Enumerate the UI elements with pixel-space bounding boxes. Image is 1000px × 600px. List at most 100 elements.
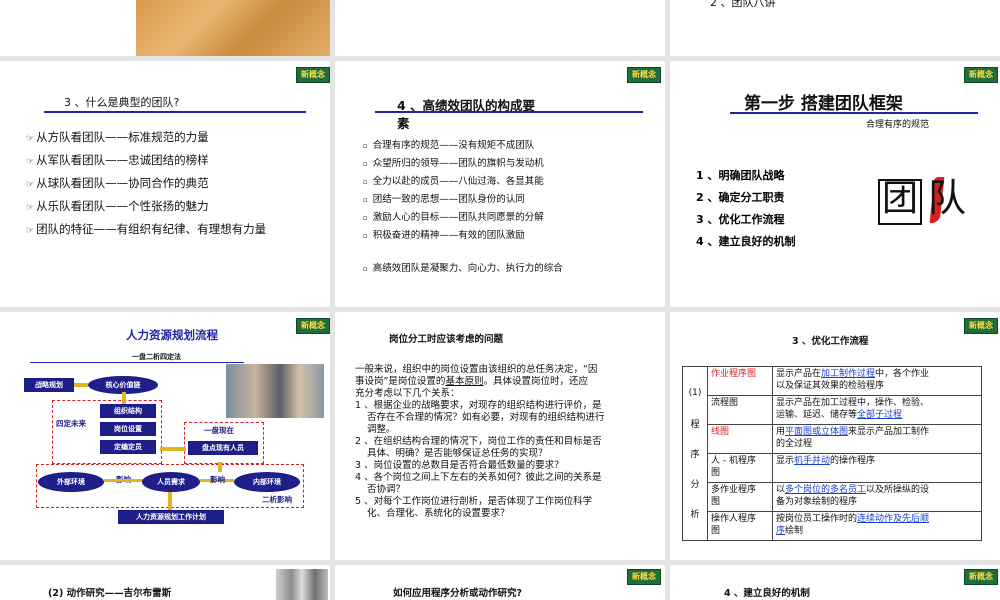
list-item-text: 合理有序的规范——没有规矩不成团队 [372, 140, 535, 151]
desc-line: 用平面图或立体图来显示产品加工制作 [776, 426, 978, 438]
slide-6-list: 1 、明确团队战略 2 、确定分工职责 3 、优化工作流程 4 、建立良好的机制 [696, 165, 795, 253]
desc-line: 显示产品在加工过程中，操作、检验、 [776, 397, 978, 409]
subtitle-underline [30, 362, 244, 363]
slide-11: 新概念 如何应用程序分析或动作研究? [335, 565, 665, 600]
desc-text: 以及保证其效果的检验程序 [776, 381, 885, 391]
slide-1 [0, 0, 330, 56]
slide-7-subtitle: 一盘二析四定法 [132, 353, 181, 361]
flow-arrow [122, 392, 126, 404]
slide-8-body: 一般来说，组织中的岗位设置由该组织的总任务决定，“因 事设岗”是岗位设置的基本原则… [355, 364, 605, 520]
list-item: ▫ 积极奋进的精神——有效的团队激励 [363, 227, 544, 245]
step-item: 3 、优化工作流程 [696, 213, 785, 226]
two-analysis-label: 二析影响 [262, 495, 292, 504]
team-char: 团 [882, 178, 919, 219]
process-name-cell: 线图 [707, 424, 773, 454]
desc-text: 的操作程序 [830, 456, 876, 466]
list-item-text: 从方队看团队——标准规范的力量 [36, 130, 209, 144]
slide-5-summary: ▫ 高绩效团队是凝聚力、向心力、执行力的综合 [363, 260, 563, 274]
desc-text: 中，各个作业 [875, 369, 930, 379]
table-row: 多作业程序图以多个岗位的多名员工以及所操纵的设 备为对象绘制的程序 [683, 482, 982, 512]
question-line: 4 、各个岗位之间上下左右的关系如何？彼此之间的关系是 [355, 472, 602, 483]
question-line: 2 、在组织结构合理的情况下，岗位工作的责任和目标是否 [355, 436, 602, 447]
slide-2 [335, 0, 665, 56]
table-row: 线图 用平面图或立体图来显示产品加工制作 的全过程 [683, 424, 982, 454]
desc-link: 序 [776, 526, 786, 536]
question-line: 调整。 [367, 424, 396, 435]
slide-9-title: 3 、优化工作流程 [792, 336, 869, 347]
slide-10-title: (2) 动作研究——吉尔布雷斯 [48, 588, 172, 599]
list-item-text: 从球队看团队——协同合作的典范 [36, 176, 209, 190]
slide-5-list: ▫ 合理有序的规范——没有规矩不成团队 ▫ 众望所归的领导——团队的旗帜与发动机 ▫ 全力… [363, 137, 544, 245]
process-name: 图 [711, 497, 721, 507]
flow-arrow [104, 479, 144, 482]
list-item: ▫ 合理有序的规范——没有规矩不成团队 [363, 137, 544, 155]
left-column-text: 析 [690, 510, 700, 520]
slide-3: 2 、团队八讲 [670, 0, 1000, 56]
gilbreth-photo [276, 569, 328, 600]
list-item-text: 积极奋进的精神——有效的团队激励 [372, 230, 525, 241]
list-item-text: 从军队看团队——忠诚团结的榜样 [36, 153, 209, 167]
slide-4-title: 3 、什么是典型的团队? [64, 96, 180, 109]
list-item: ▫ 全力以赴的成员——八仙过海、各显其能 [363, 173, 544, 191]
bullet-icon: ▫ [363, 142, 368, 150]
desc-text: 以 [776, 485, 786, 495]
process-name-cell: 人 - 机程序图 [707, 453, 773, 483]
bullet-icon: ▫ [363, 196, 368, 204]
desc-link: 加工制作过程 [821, 369, 876, 379]
desert-photo [136, 0, 330, 56]
logo-badge: 新概念 [964, 318, 998, 334]
flow-arrow [160, 447, 186, 451]
pointing-hand-icon: ☞ [26, 203, 35, 213]
desc-line: 的全过程 [776, 438, 978, 450]
list-item: ☞ 从方队看团队——标准规范的力量 [26, 127, 266, 150]
business-people-photo [226, 364, 324, 418]
pointing-hand-icon: ☞ [26, 157, 35, 167]
strategy-box: 战略规划 [24, 378, 74, 392]
team-char-2: 队 [928, 176, 967, 220]
process-desc-cell: 显示产品在加工过程中，操作、检验、 运输、延迟、储存等全部子过程 [772, 395, 982, 425]
desc-text: 的全过程 [776, 439, 813, 449]
bullet-icon: ▫ [363, 160, 368, 168]
process-name: 线图 [711, 427, 730, 437]
slide-12: 新概念 4 、建立良好的机制 [670, 565, 1000, 600]
slide-6-subtitle: 合理有序的规范 [866, 120, 930, 130]
table-row: (1) 程序分析作业程序图 显示产品在加工制作过程中，各个作业 以及保证其效果的检验程… [682, 366, 982, 541]
summary-text: 高绩效团队是凝聚力、向心力、执行力的综合 [372, 263, 563, 274]
influence-right-label: 影响 [210, 475, 225, 484]
list-item: ▫ 团结一致的思想——团队身份的认同 [363, 191, 544, 209]
desc-line: 按岗位员工操作时的连续动作及先后顺 [776, 513, 978, 525]
step-item: 4 、建立良好的机制 [696, 235, 796, 248]
slide-5: 新概念 4 、高绩效团队的构成要 素 ▫ 合理有序的规范——没有规矩不成团队 ▫ 众望… [335, 61, 665, 307]
internal-env-ellipse: 内部环境 [234, 472, 300, 492]
slide-7: 新概念 人力资源规划流程 一盘二析四定法 战略规划 核心价值链 四定未来 组织结… [0, 312, 330, 560]
slide-9: 新概念 3 、优化工作流程 (1) 程序分析作业程序图 显示产品在加工制作过程中，各… [670, 312, 1000, 560]
left-column-text: 序 [690, 450, 700, 460]
flow-arrow [218, 462, 222, 472]
desc-text: 显示 [776, 456, 795, 466]
list-item-text: 团结一致的思想——团队身份的认同 [372, 194, 525, 205]
external-env-ellipse: 外部环境 [38, 472, 104, 492]
desc-line: 运输、延迟、储存等全部子过程 [776, 409, 978, 421]
logo-badge: 新概念 [627, 67, 661, 83]
desc-link: 连续动作及先后顺 [857, 514, 930, 524]
process-name: 图 [711, 526, 721, 536]
hr-demand-ellipse: 人员需求 [142, 472, 200, 492]
flow-arrow [74, 383, 88, 387]
process-desc-cell: 显示机手并动的操作程序 [772, 453, 982, 483]
count-staff-box: 盘点现有人员 [188, 441, 258, 455]
desc-line: 显示产品在加工制作过程中，各个作业 [776, 368, 978, 380]
desc-text: 显示产品在加工过程中，操作、检验、 [776, 398, 930, 408]
desc-text: 用 [776, 427, 786, 437]
desc-text: 来显示产品加工制作 [848, 427, 930, 437]
intro-line: 充分考虑以下几个关系： [355, 388, 460, 399]
list-item: ☞ 从球队看团队——协同合作的典范 [26, 173, 266, 196]
slide-3-list-item: 2 、团队八讲 [710, 0, 776, 9]
four-define-label: 四定未来 [56, 419, 86, 428]
logo-badge: 新概念 [296, 67, 330, 83]
left-column-cell: (1) 程序分析 [682, 366, 708, 541]
slide-5-title-cont: 素 [397, 116, 410, 131]
slide-4-list: ☞ 从方队看团队——标准规范的力量 ☞ 从军队看团队——忠诚团结的榜样 ☞ 从球队看团队—… [26, 127, 266, 242]
desc-text: 以及所操纵的设 [866, 485, 930, 495]
title-underline [375, 111, 643, 113]
question-line: 化、合理化、系统化的设置要求？ [367, 508, 510, 519]
